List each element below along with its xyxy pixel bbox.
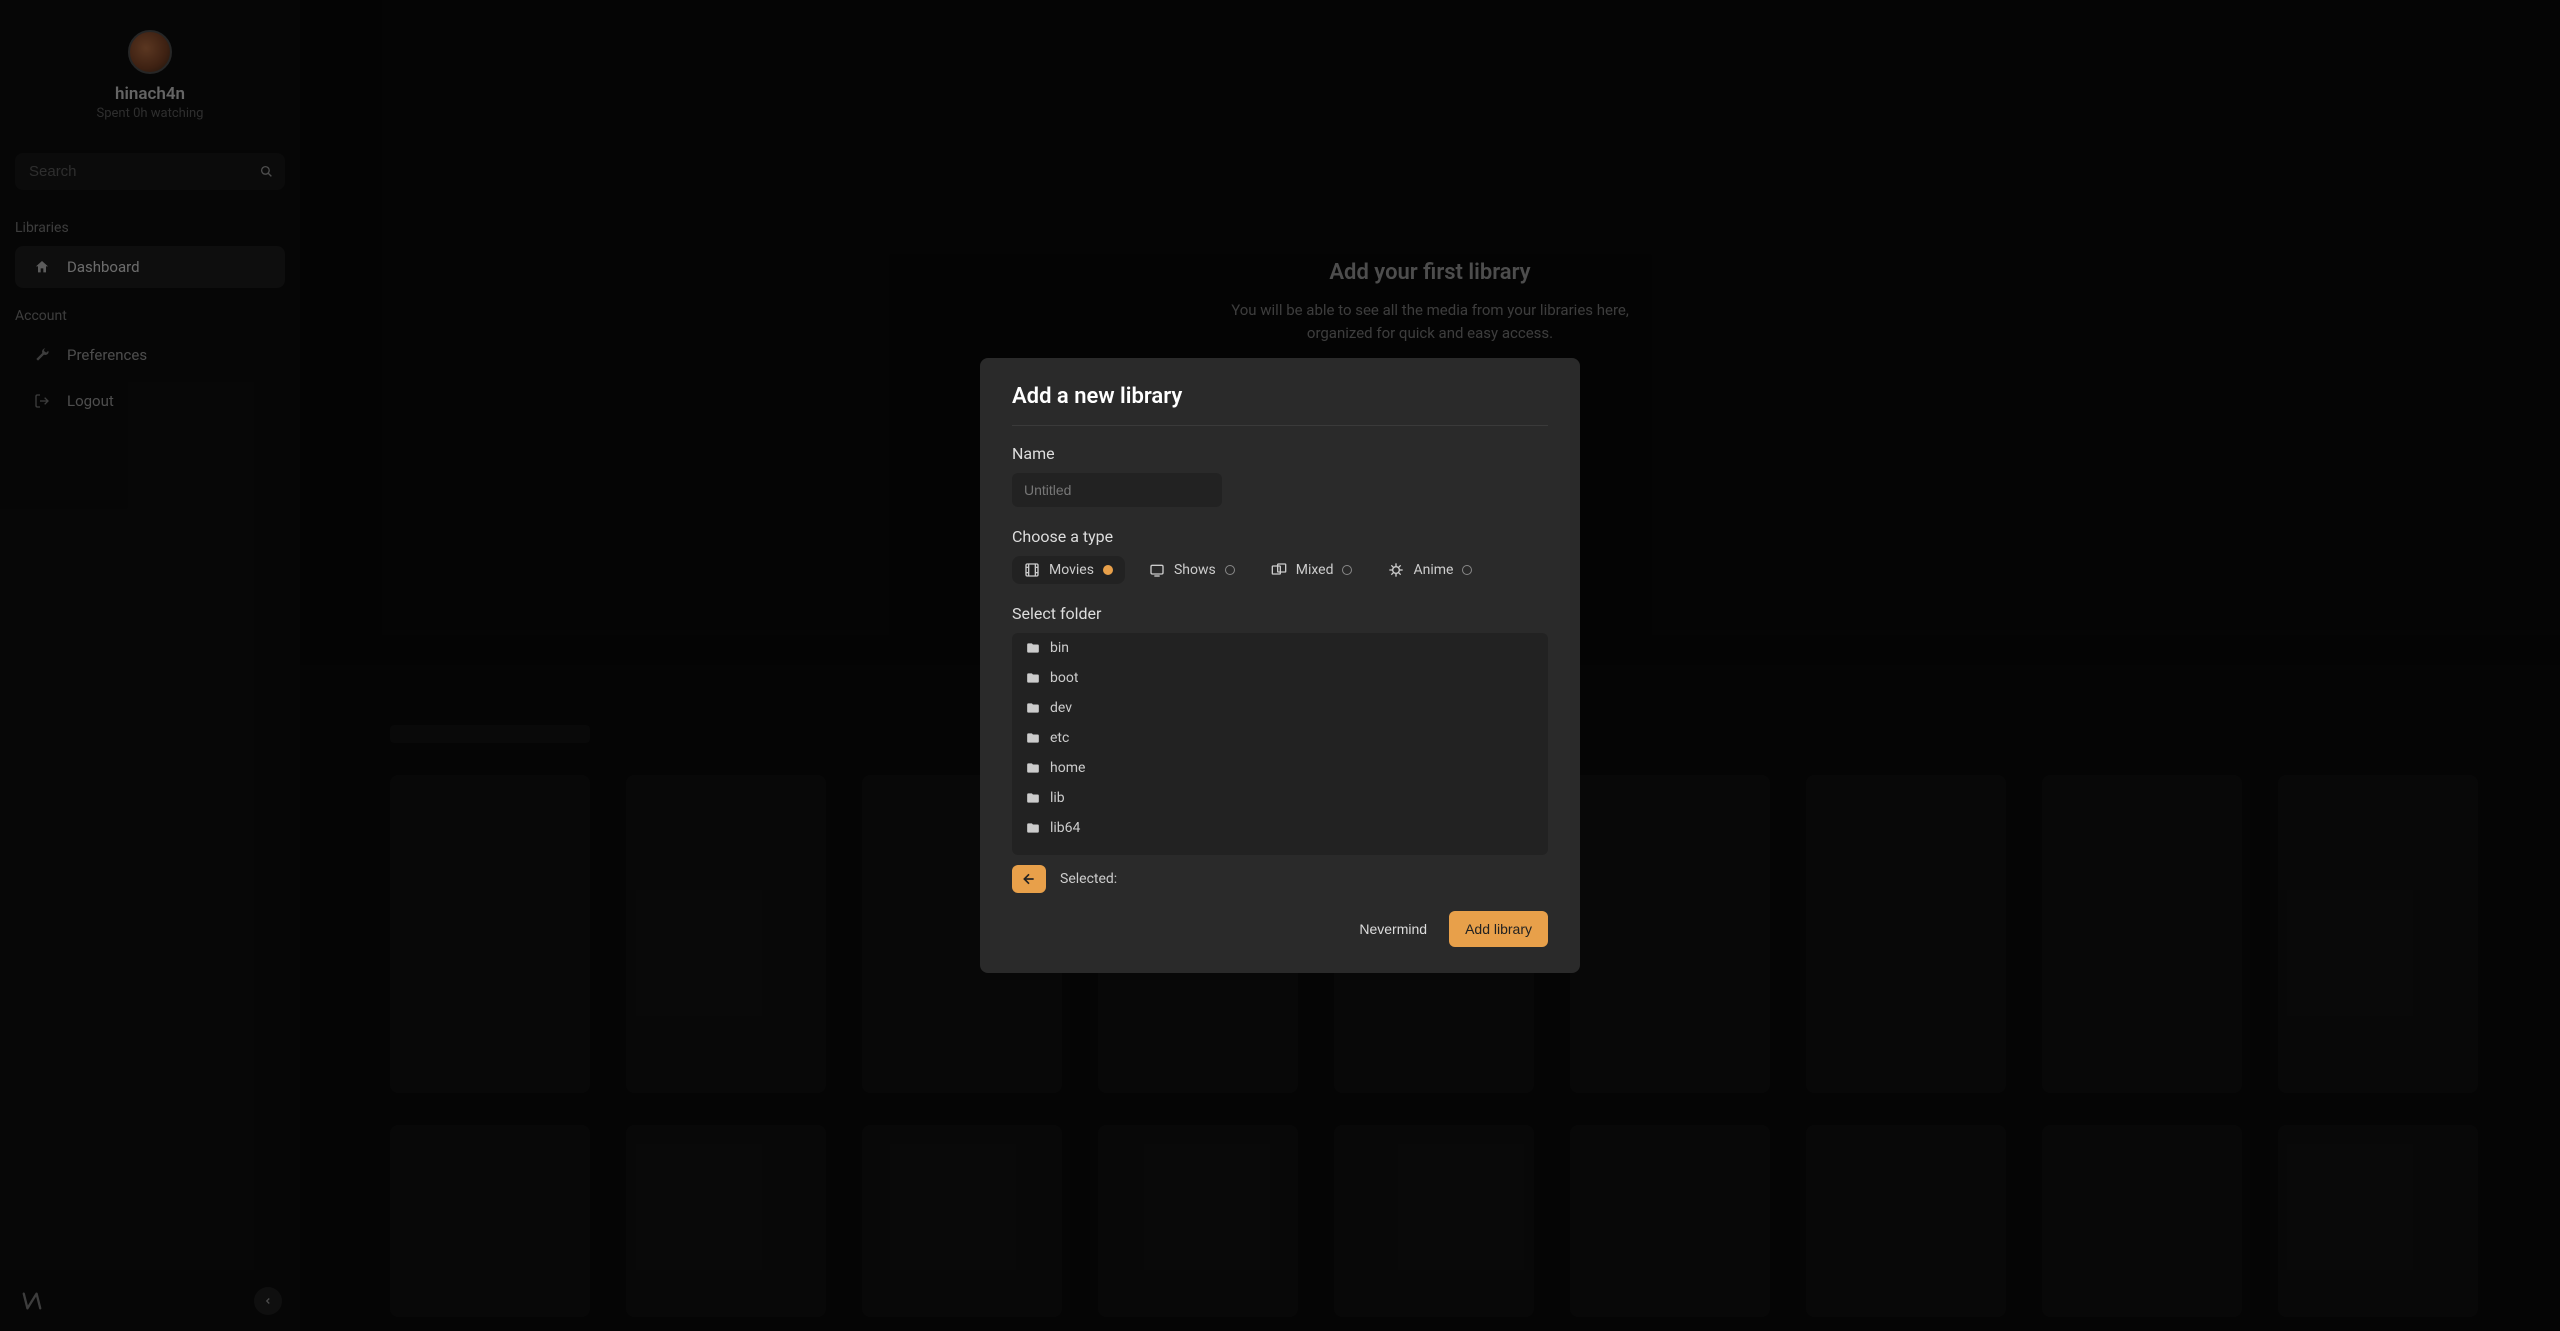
folder-name: etc — [1050, 730, 1069, 746]
folder-back-button[interactable] — [1012, 865, 1046, 893]
folder-icon — [1026, 791, 1040, 805]
mixed-icon — [1271, 562, 1287, 578]
folder-icon — [1026, 821, 1040, 835]
add-library-modal: Add a new library Name Choose a type Mov… — [980, 358, 1580, 973]
folder-item[interactable]: boot — [1012, 663, 1548, 693]
type-label: Shows — [1174, 562, 1216, 578]
folder-item[interactable]: etc — [1012, 723, 1548, 753]
radio-indicator — [1225, 565, 1235, 575]
modal-actions: Nevermind Add library — [1012, 911, 1548, 947]
folder-name: dev — [1050, 700, 1072, 716]
folder-icon — [1026, 761, 1040, 775]
library-name-input[interactable] — [1012, 473, 1222, 507]
tv-icon — [1149, 562, 1165, 578]
folder-name: lib — [1050, 790, 1065, 806]
type-field-label: Choose a type — [1012, 527, 1548, 546]
type-option-mixed[interactable]: Mixed — [1259, 556, 1365, 584]
selected-folder-label: Selected: — [1060, 871, 1117, 887]
virus-icon — [1388, 562, 1404, 578]
folder-name: home — [1050, 760, 1085, 776]
type-option-movies[interactable]: Movies — [1012, 556, 1125, 584]
type-label: Mixed — [1296, 562, 1334, 578]
type-selector: Movies Shows Mixed A — [1012, 556, 1548, 584]
folder-list[interactable]: bin boot dev etc home lib lib64 — [1012, 633, 1548, 855]
folder-field-label: Select folder — [1012, 604, 1548, 623]
folder-icon — [1026, 641, 1040, 655]
folder-item[interactable]: lib64 — [1012, 813, 1548, 843]
folder-item[interactable]: home — [1012, 753, 1548, 783]
modal-overlay[interactable]: Add a new library Name Choose a type Mov… — [0, 0, 2560, 1331]
folder-item[interactable]: bin — [1012, 633, 1548, 663]
type-option-shows[interactable]: Shows — [1137, 556, 1247, 584]
selected-folder-row: Selected: — [1012, 865, 1548, 893]
folder-icon — [1026, 671, 1040, 685]
cancel-button[interactable]: Nevermind — [1345, 911, 1441, 947]
add-library-button[interactable]: Add library — [1449, 911, 1548, 947]
folder-name: lib64 — [1050, 820, 1080, 836]
radio-indicator — [1462, 565, 1472, 575]
name-field-label: Name — [1012, 444, 1548, 463]
folder-name: bin — [1050, 640, 1069, 656]
folder-item[interactable]: dev — [1012, 693, 1548, 723]
radio-indicator — [1342, 565, 1352, 575]
folder-name: boot — [1050, 670, 1078, 686]
folder-icon — [1026, 701, 1040, 715]
modal-title: Add a new library — [1012, 384, 1548, 426]
type-label: Anime — [1413, 562, 1453, 578]
folder-item[interactable]: lib — [1012, 783, 1548, 813]
folder-icon — [1026, 731, 1040, 745]
type-label: Movies — [1049, 562, 1094, 578]
film-icon — [1024, 562, 1040, 578]
radio-indicator — [1103, 565, 1113, 575]
type-option-anime[interactable]: Anime — [1376, 556, 1484, 584]
